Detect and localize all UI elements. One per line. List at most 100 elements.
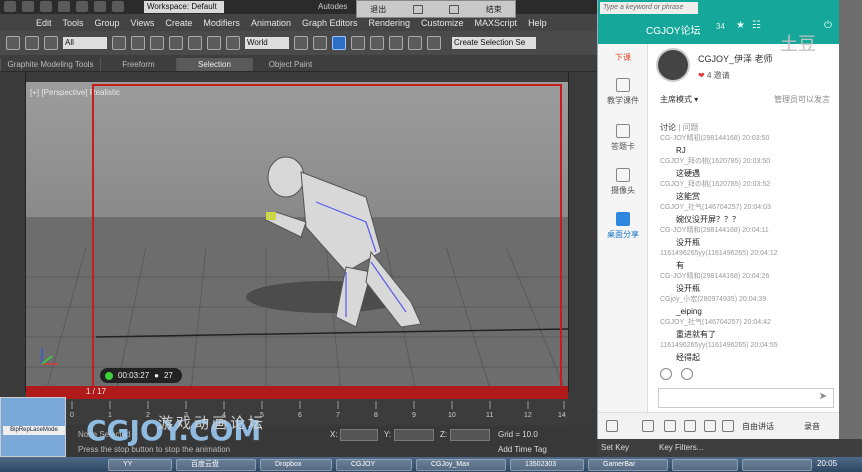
volume-icon[interactable] — [664, 420, 676, 432]
taskbar-item[interactable]: 13502303 — [510, 459, 584, 471]
flower-icon[interactable] — [680, 368, 693, 380]
menu-tools[interactable]: Tools — [63, 18, 84, 28]
percent-snap-icon[interactable] — [389, 36, 403, 50]
side-item-courseware[interactable]: 教学课件 — [598, 78, 648, 106]
screen-share-bar: 退出 结束 — [356, 0, 516, 18]
taskbar-item[interactable] — [672, 459, 738, 471]
selection-filter-dropdown[interactable]: All — [63, 37, 107, 49]
menu-group[interactable]: Group — [95, 18, 120, 28]
taskbar-item[interactable] — [742, 459, 812, 471]
taskbar-item[interactable]: CGJOY — [336, 459, 412, 471]
save-file-icon[interactable] — [58, 1, 70, 12]
x-coordinate-field[interactable] — [340, 429, 378, 441]
reference-coordinate-dropdown[interactable]: World — [245, 37, 289, 49]
tab-selection[interactable]: Selection — [176, 58, 252, 71]
side-item-answer-card[interactable]: 答题卡 — [598, 124, 648, 152]
hold-icon[interactable] — [112, 1, 124, 12]
heart-icon[interactable]: ❤ — [698, 71, 705, 80]
side-item-desktop-share[interactable]: 桌面分享 — [598, 212, 648, 240]
undo-icon[interactable] — [76, 1, 88, 12]
side-item-camera[interactable]: 摄像头 — [598, 168, 648, 196]
named-selection-sets-dropdown[interactable]: Create Selection Se — [452, 37, 536, 49]
music-icon[interactable] — [704, 420, 716, 432]
tab-object-paint[interactable]: Object Paint — [252, 58, 328, 71]
snaps-toggle-icon[interactable] — [351, 36, 365, 50]
taskbar-item[interactable]: YY — [108, 459, 172, 471]
new-file-icon[interactable] — [22, 1, 34, 12]
logo-caption: BipRepLaceMode — [3, 426, 65, 435]
settings-icon[interactable] — [642, 420, 654, 432]
time-slider[interactable]: 1 / 17 — [26, 386, 568, 399]
pivot-center-icon[interactable] — [294, 36, 308, 50]
invite-link[interactable]: 邀请 — [714, 71, 730, 80]
message-list[interactable]: CG-JOY晴初(298144168) 20:03:50 RJ CGJOY_拜の… — [660, 134, 836, 362]
select-object-icon[interactable] — [112, 36, 126, 50]
rotate-icon[interactable] — [207, 36, 221, 50]
tab-discussion[interactable]: 讨论 — [660, 123, 676, 132]
taskbar-item[interactable]: CGJoy_Max — [416, 459, 506, 471]
key-filters-button[interactable]: Key Filters... — [659, 443, 703, 452]
menu-customize[interactable]: Customize — [421, 18, 464, 28]
search-input[interactable]: Type a keyword or phrase — [600, 2, 698, 14]
remote-end-button[interactable]: 结束 — [486, 4, 502, 15]
bind-space-warp-icon[interactable] — [44, 36, 58, 50]
menu-modifiers[interactable]: Modifiers — [203, 18, 240, 28]
workspace-dropdown[interactable]: Workspace: Default — [144, 1, 224, 13]
maxscript-listener-logo[interactable]: BipRepLaceMode — [0, 397, 66, 457]
move-icon[interactable] — [188, 36, 202, 50]
menu-edit[interactable]: Edit — [36, 18, 52, 28]
y-coordinate-field[interactable] — [394, 429, 434, 441]
menu-help[interactable]: Help — [528, 18, 547, 28]
free-talk-button[interactable]: 自由讲话 — [742, 421, 774, 432]
star-icon[interactable]: ★ — [736, 20, 745, 31]
window-icon[interactable] — [412, 4, 423, 14]
add-time-tag[interactable]: Add Time Tag — [498, 445, 547, 454]
host-mode-dropdown[interactable]: 主席模式 ▾ — [660, 94, 698, 105]
scale-icon[interactable] — [226, 36, 240, 50]
rectangle-selection-icon[interactable] — [150, 36, 164, 50]
tick-label: 11 — [486, 412, 494, 419]
select-link-icon[interactable] — [6, 36, 20, 50]
message-header: CG-JOY晴和(298144168) 20:04:11 — [660, 227, 769, 234]
menu-create[interactable]: Create — [165, 18, 192, 28]
menu-rendering[interactable]: Rendering — [369, 18, 411, 28]
unlink-icon[interactable] — [25, 36, 39, 50]
perspective-viewport[interactable]: [+] [Perspective] Realistic 00:03:27 ● 2… — [26, 82, 568, 392]
set-key-button[interactable]: Set Key — [601, 443, 629, 452]
viewer-icon: ● — [154, 371, 159, 380]
emoji-icon[interactable] — [660, 368, 672, 380]
window-crossing-icon[interactable] — [169, 36, 183, 50]
avatar[interactable] — [656, 48, 690, 82]
taskbar-item[interactable]: Dropbox — [260, 459, 332, 471]
menu-graph-editors[interactable]: Graph Editors — [302, 18, 358, 28]
menu-views[interactable]: Views — [131, 18, 155, 28]
select-manipulate-icon[interactable] — [313, 36, 327, 50]
keyboard-shortcut-override-icon[interactable] — [332, 36, 346, 50]
menu-animation[interactable]: Animation — [251, 18, 291, 28]
remote-exit-button[interactable]: 退出 — [370, 4, 386, 15]
taskbar-item[interactable]: GamerBar — [588, 459, 668, 471]
menu-icon[interactable]: ☷ — [752, 20, 761, 31]
record-button[interactable]: 录音 — [804, 421, 820, 432]
redo-icon[interactable] — [94, 1, 106, 12]
side-item-bullet[interactable]: 下课 — [598, 52, 648, 63]
send-icon[interactable]: ➤ — [816, 391, 830, 405]
taskbar-item[interactable]: 百度云盘 — [176, 459, 256, 471]
tab-questions[interactable]: 问题 — [683, 123, 699, 132]
power-icon[interactable]: ⏻ — [824, 20, 832, 31]
select-by-name-icon[interactable] — [131, 36, 145, 50]
fullscreen-icon[interactable] — [449, 4, 460, 14]
edit-named-selection-icon[interactable] — [427, 36, 441, 50]
message-input[interactable] — [658, 388, 834, 408]
tab-graphite-modeling-tools[interactable]: Graphite Modeling Tools — [0, 58, 100, 71]
open-file-icon[interactable] — [40, 1, 52, 12]
tab-freeform[interactable]: Freeform — [100, 58, 176, 71]
exit-icon[interactable] — [606, 420, 618, 432]
menu-maxscript[interactable]: MAXScript — [475, 18, 518, 28]
app-menu-icon[interactable] — [4, 1, 16, 12]
z-coordinate-field[interactable] — [450, 429, 490, 441]
microphone-icon[interactable] — [684, 420, 696, 432]
spinner-snap-icon[interactable] — [408, 36, 422, 50]
angle-snap-icon[interactable] — [370, 36, 384, 50]
record-icon[interactable] — [722, 420, 734, 432]
